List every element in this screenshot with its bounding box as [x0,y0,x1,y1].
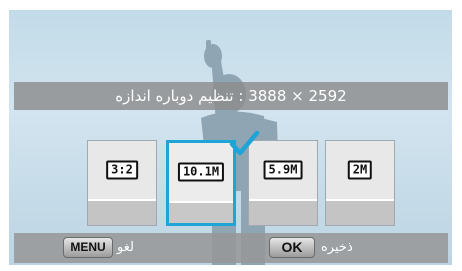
checkmark-icon [229,130,260,156]
size-option-2m[interactable]: 2M [325,140,395,226]
option-divider [326,199,394,201]
save-label: ذخیره [321,240,353,255]
ratio-3-2-icon: 3:2 [106,160,138,180]
cancel-label: لغو [117,240,134,255]
ok-button[interactable]: OK [269,237,315,258]
bottom-bar: MENU لغو OK ذخیره [14,233,448,263]
size-option-10-1m[interactable]: 10.1M [166,140,236,226]
menu-button[interactable]: MENU [63,237,113,258]
camera-screen: 2592 × 3888 : تنظیم دوباره اندازه 3:2 10… [0,0,462,271]
resize-title: 2592 × 3888 : تنظیم دوباره اندازه [115,87,347,105]
size-2m-icon: 2M [347,160,373,180]
option-divider [249,199,317,201]
option-divider [88,199,156,201]
size-10-1m-icon: 10.1M [177,162,225,182]
resize-info-bar: 2592 × 3888 : تنظیم دوباره اندازه [14,82,448,110]
option-divider [169,201,233,203]
size-option-3-2[interactable]: 3:2 [87,140,157,226]
size-5-9m-icon: 5.9M [263,160,303,180]
